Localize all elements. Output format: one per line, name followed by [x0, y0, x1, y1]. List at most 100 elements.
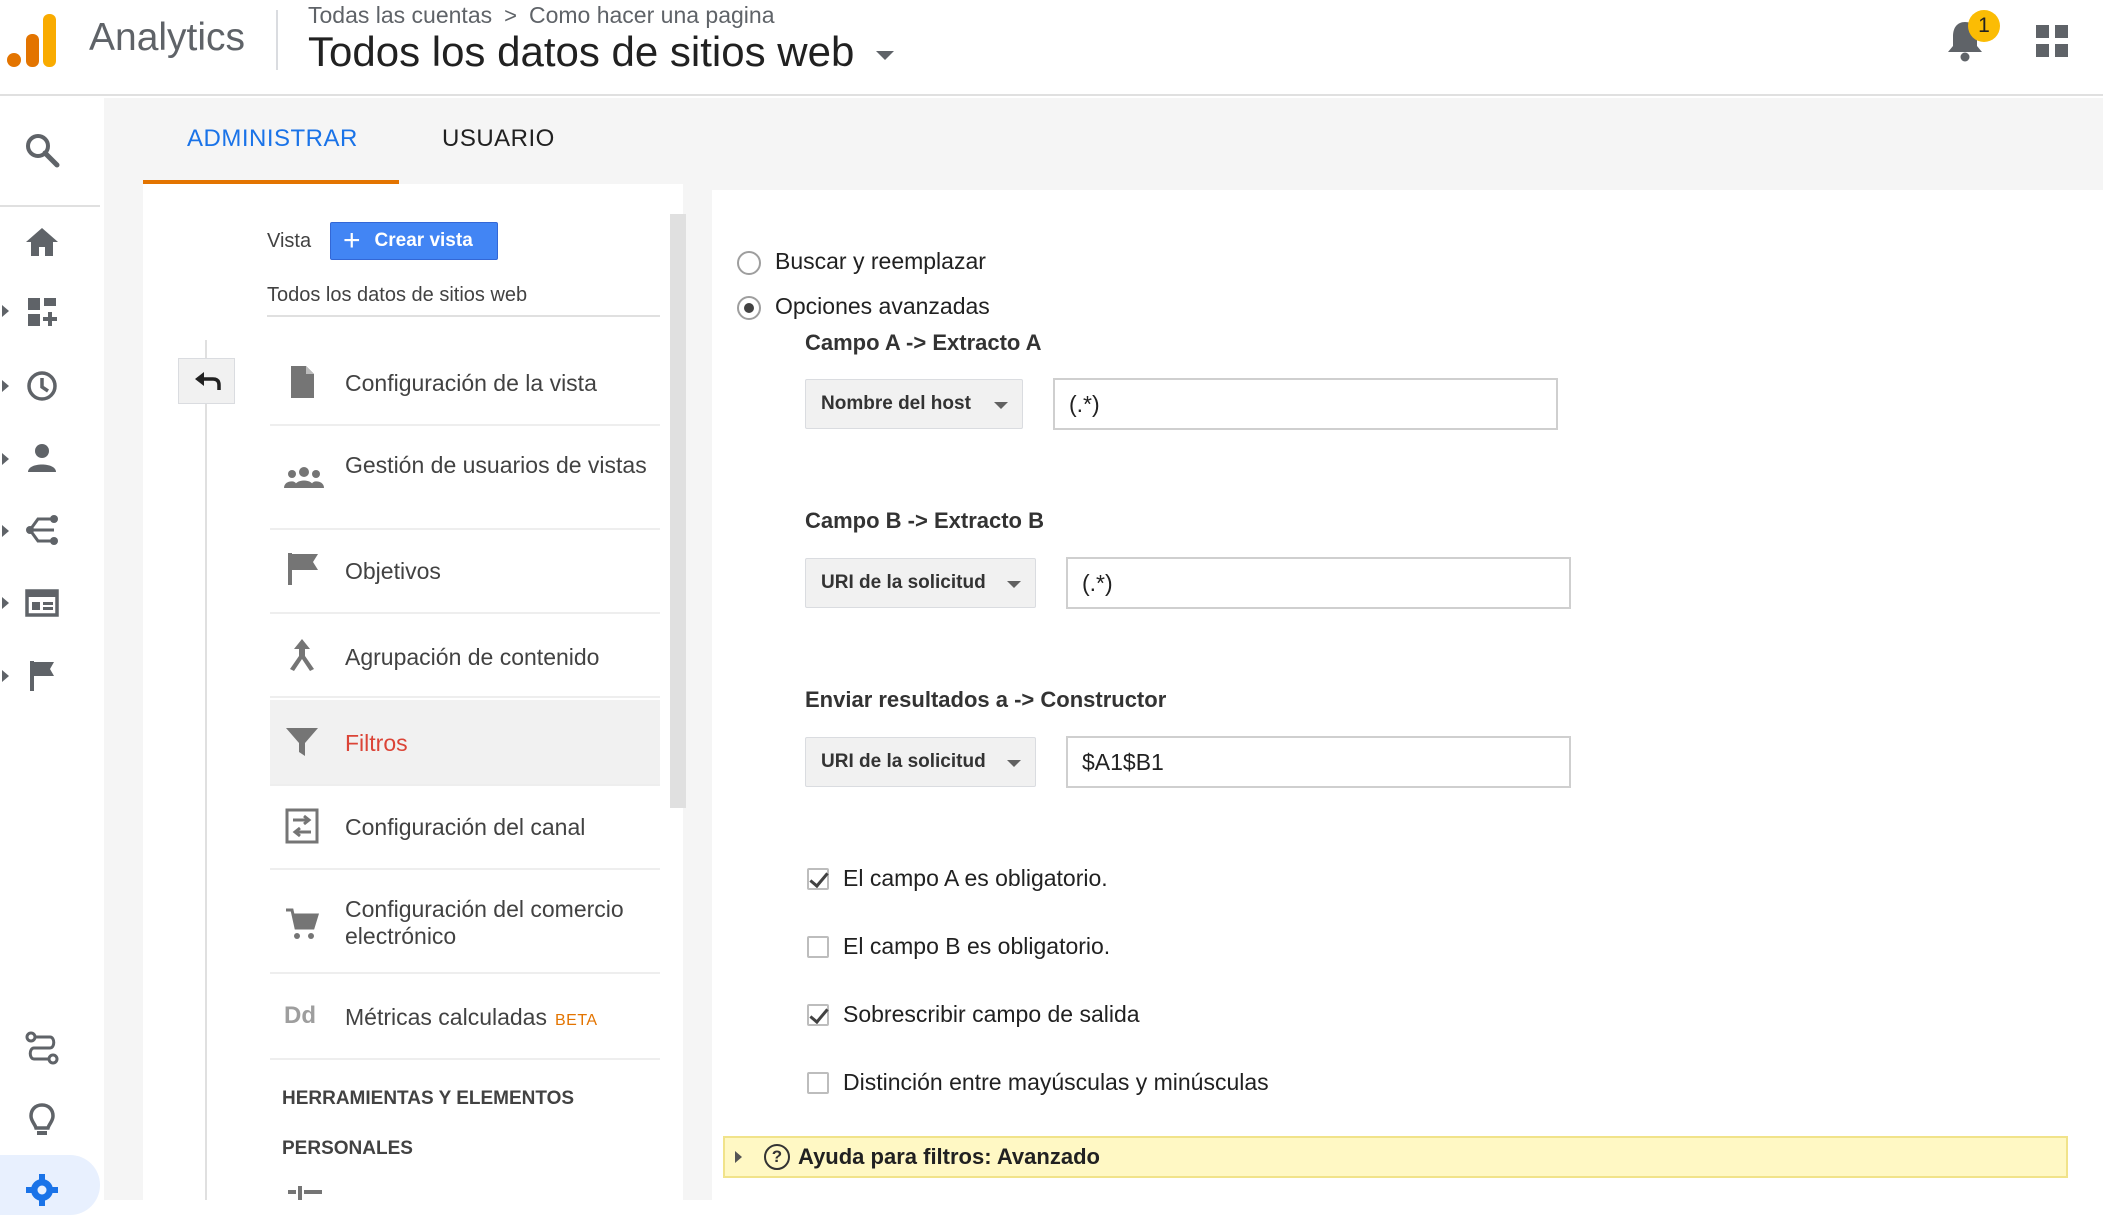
app-name: Analytics: [89, 16, 246, 59]
channel-icon: [284, 808, 320, 844]
left-navigation-rail: [0, 98, 104, 1215]
menu-item-goals[interactable]: Objetivos: [270, 530, 660, 614]
tools-heading: HERRAMIENTAS Y ELEMENTOS: [282, 1088, 575, 1109]
apps-grid-icon[interactable]: [2035, 24, 2069, 58]
flag-icon: [284, 550, 320, 586]
expand-arrow-icon[interactable]: [2, 597, 9, 609]
breadcrumb[interactable]: Todas las cuentas > Como hacer una pagin…: [308, 2, 774, 29]
caret-down-icon: [1007, 760, 1021, 767]
output-constructor-input[interactable]: [1066, 736, 1571, 788]
home-icon[interactable]: [22, 222, 62, 262]
expand-arrow-icon[interactable]: [2, 525, 9, 537]
expand-arrow-icon[interactable]: [2, 305, 9, 317]
menu-label: Filtros: [345, 730, 408, 756]
menu-item-filters[interactable]: Filtros: [270, 700, 660, 786]
view-name-underline: [267, 315, 660, 317]
audience-person-icon[interactable]: [22, 438, 62, 478]
discover-lightbulb-icon[interactable]: [22, 1100, 62, 1140]
menu-item-view-settings[interactable]: Configuración de la vista: [270, 340, 660, 426]
menu-label: Métricas calculadas BETA: [345, 1004, 655, 1034]
expand-arrow-icon[interactable]: [2, 380, 9, 392]
create-view-label: Crear vista: [374, 230, 473, 251]
checkbox-field-b-required-label[interactable]: El campo B es obligatorio.: [843, 933, 1110, 960]
expand-arrow-icon[interactable]: [2, 453, 9, 465]
caret-down-icon: [1007, 581, 1021, 588]
help-question-icon: ?: [764, 1144, 790, 1170]
tab-usuario[interactable]: USUARIO: [442, 125, 555, 153]
checkbox-override-output[interactable]: [807, 1004, 829, 1026]
behavior-icon[interactable]: [22, 583, 62, 623]
expand-arrow-icon[interactable]: [2, 670, 9, 682]
field-b-extract-input[interactable]: [1066, 557, 1571, 609]
filter-help-expander[interactable]: ? Ayuda para filtros: Avanzado: [723, 1136, 2068, 1178]
view-name-selector[interactable]: Todos los datos de sitios web: [267, 284, 527, 307]
realtime-clock-icon[interactable]: [22, 366, 62, 406]
field-b-select[interactable]: URI de la solicitud: [805, 558, 1036, 608]
notification-badge[interactable]: 1: [1968, 10, 2000, 42]
segments-icon[interactable]: [288, 1184, 322, 1200]
cart-icon: [284, 906, 320, 942]
beta-badge: BETA: [554, 1012, 598, 1029]
conversions-flag-icon[interactable]: [22, 655, 62, 695]
checkbox-override-output-label[interactable]: Sobrescribir campo de salida: [843, 1001, 1140, 1028]
checkbox-field-a-required[interactable]: [807, 868, 829, 890]
rail-divider: [0, 205, 100, 207]
menu-item-view-user-management[interactable]: Gestión de usuarios de vistas: [270, 426, 660, 530]
menu-item-content-grouping[interactable]: Agrupación de contenido: [270, 614, 660, 698]
output-select-value: URI de la solicitud: [821, 751, 986, 772]
field-b-select-value: URI de la solicitud: [821, 572, 986, 593]
tools-heading-continued: PERSONALES: [282, 1138, 413, 1159]
checkbox-field-b-required[interactable]: [807, 936, 829, 958]
dd-icon: Dd: [284, 1002, 316, 1029]
caret-down-icon[interactable]: [876, 50, 895, 60]
field-b-title: Campo B -> Extracto B: [805, 508, 1044, 533]
field-a-extract-input[interactable]: [1053, 378, 1558, 430]
view-selector[interactable]: Todos los datos de sitios web: [308, 28, 895, 76]
radio-search-replace[interactable]: [737, 251, 761, 275]
document-icon: [284, 364, 320, 400]
tab-administrar[interactable]: ADMINISTRAR: [187, 125, 358, 153]
panel-scrollbar[interactable]: [670, 214, 686, 808]
view-title[interactable]: Todos los datos de sitios web: [308, 28, 854, 76]
menu-item-calculated-metrics[interactable]: Dd Métricas calculadas BETA: [270, 974, 660, 1060]
radio-advanced-label[interactable]: Opciones avanzadas: [775, 293, 990, 320]
menu-label-text: Métricas calculadas: [345, 1004, 547, 1030]
header-divider: [276, 10, 278, 70]
people-icon: [284, 460, 324, 496]
menu-label: Agrupación de contenido: [345, 644, 600, 670]
breadcrumb-property[interactable]: Como hacer una pagina: [529, 2, 775, 29]
field-a-select-value: Nombre del host: [821, 393, 971, 414]
checkbox-case-sensitive[interactable]: [807, 1072, 829, 1094]
checkbox-case-sensitive-label[interactable]: Distinción entre mayúsculas y minúsculas: [843, 1069, 1269, 1096]
back-arrow-icon: [194, 372, 221, 390]
vista-label: Vista: [267, 230, 312, 252]
attribution-icon[interactable]: [22, 1028, 62, 1068]
menu-item-ecommerce-settings[interactable]: Configuración del comercio electrónico: [270, 870, 660, 974]
create-view-button[interactable]: + Crear vista: [330, 222, 498, 260]
menu-label: Configuración de la vista: [345, 370, 597, 396]
menu-label: Gestión de usuarios de vistas: [345, 452, 647, 478]
plus-icon: +: [343, 224, 361, 257]
customization-dashboard-icon[interactable]: [22, 292, 62, 332]
acquisition-icon[interactable]: [22, 510, 62, 550]
analytics-logo-icon[interactable]: [6, 12, 58, 68]
checkbox-field-a-required-label[interactable]: El campo A es obligatorio.: [843, 865, 1108, 892]
help-text: Ayuda para filtros: Avanzado: [798, 1144, 1100, 1169]
field-a-select[interactable]: Nombre del host: [805, 379, 1023, 429]
radio-advanced[interactable]: [737, 296, 761, 320]
field-a-title: Campo A -> Extracto A: [805, 330, 1042, 355]
menu-item-channel-settings[interactable]: Configuración del canal: [270, 786, 660, 870]
filter-icon: [284, 724, 320, 760]
tree-connector-line: [205, 340, 207, 1200]
radio-search-replace-label[interactable]: Buscar y reemplazar: [775, 248, 986, 275]
grouping-icon: [284, 636, 320, 672]
admin-gear-icon[interactable]: [22, 1170, 62, 1210]
menu-label: Objetivos: [345, 558, 441, 584]
menu-label: Configuración del comercio electrónico: [345, 896, 624, 949]
back-button[interactable]: [178, 358, 235, 404]
breadcrumb-chevron-icon: >: [504, 2, 517, 28]
search-icon[interactable]: [22, 130, 62, 170]
output-title: Enviar resultados a -> Constructor: [805, 687, 1167, 712]
breadcrumb-account[interactable]: Todas las cuentas: [308, 2, 492, 29]
output-select[interactable]: URI de la solicitud: [805, 737, 1036, 787]
